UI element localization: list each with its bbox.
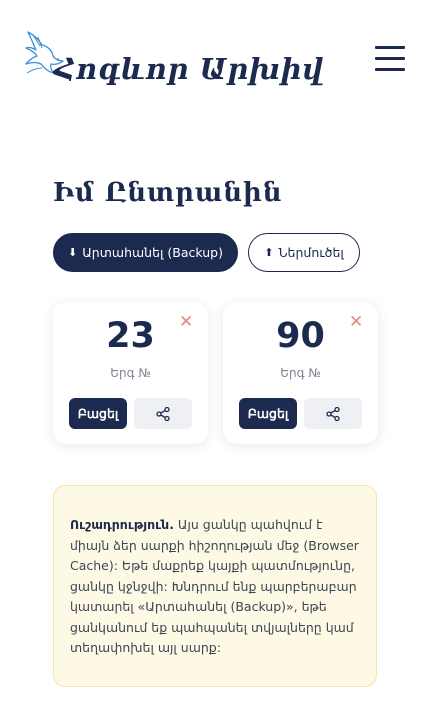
import-button[interactable]: ⬆ Ներմուծել [248, 233, 360, 272]
share-icon [156, 406, 170, 421]
song-number: 23 [106, 316, 155, 356]
notice-box: Ուշադրություն. Այս ցանկը պահվում է միայն… [53, 485, 377, 687]
share-button[interactable] [304, 398, 362, 429]
song-label: Երգ № [280, 366, 321, 380]
share-icon [326, 406, 340, 421]
song-number: 90 [276, 316, 325, 356]
export-backup-button[interactable]: ⬇ Արտահանել (Backup) [53, 233, 238, 272]
download-arrow-icon: ⬇ [68, 246, 78, 259]
song-label: Երգ № [110, 366, 151, 380]
menu-line [375, 46, 405, 49]
upload-arrow-icon: ⬆ [264, 246, 274, 259]
header: Հոգևոր Արխիվ [0, 0, 430, 120]
import-label: Ներմուծել [278, 245, 344, 260]
page-title: Իմ Ընտրանին [53, 178, 283, 208]
open-button[interactable]: Բացել [239, 398, 297, 429]
open-button[interactable]: Բացել [69, 398, 127, 429]
favorite-card: ✕ 90 Երգ № Բացել [223, 302, 378, 444]
action-buttons: ⬇ Արտահանել (Backup) ⬆ Ներմուծել [53, 233, 360, 272]
notice-title: Ուշադրություն. [70, 517, 174, 532]
menu-line [375, 57, 405, 60]
share-button[interactable] [134, 398, 192, 429]
logo-text: Հոգևոր Արխիվ [54, 52, 324, 86]
hamburger-menu-icon[interactable] [373, 44, 407, 74]
notice-text: Այս ցանկը պահվում է միայն ձեր սարքի հիշո… [70, 517, 359, 655]
favorites-list: ✕ 23 Երգ № Բացել ✕ 90 Երգ № Բացել [53, 302, 378, 444]
favorite-card: ✕ 23 Երգ № Բացել [53, 302, 208, 444]
export-label: Արտահանել (Backup) [82, 245, 223, 260]
menu-line [375, 68, 405, 71]
